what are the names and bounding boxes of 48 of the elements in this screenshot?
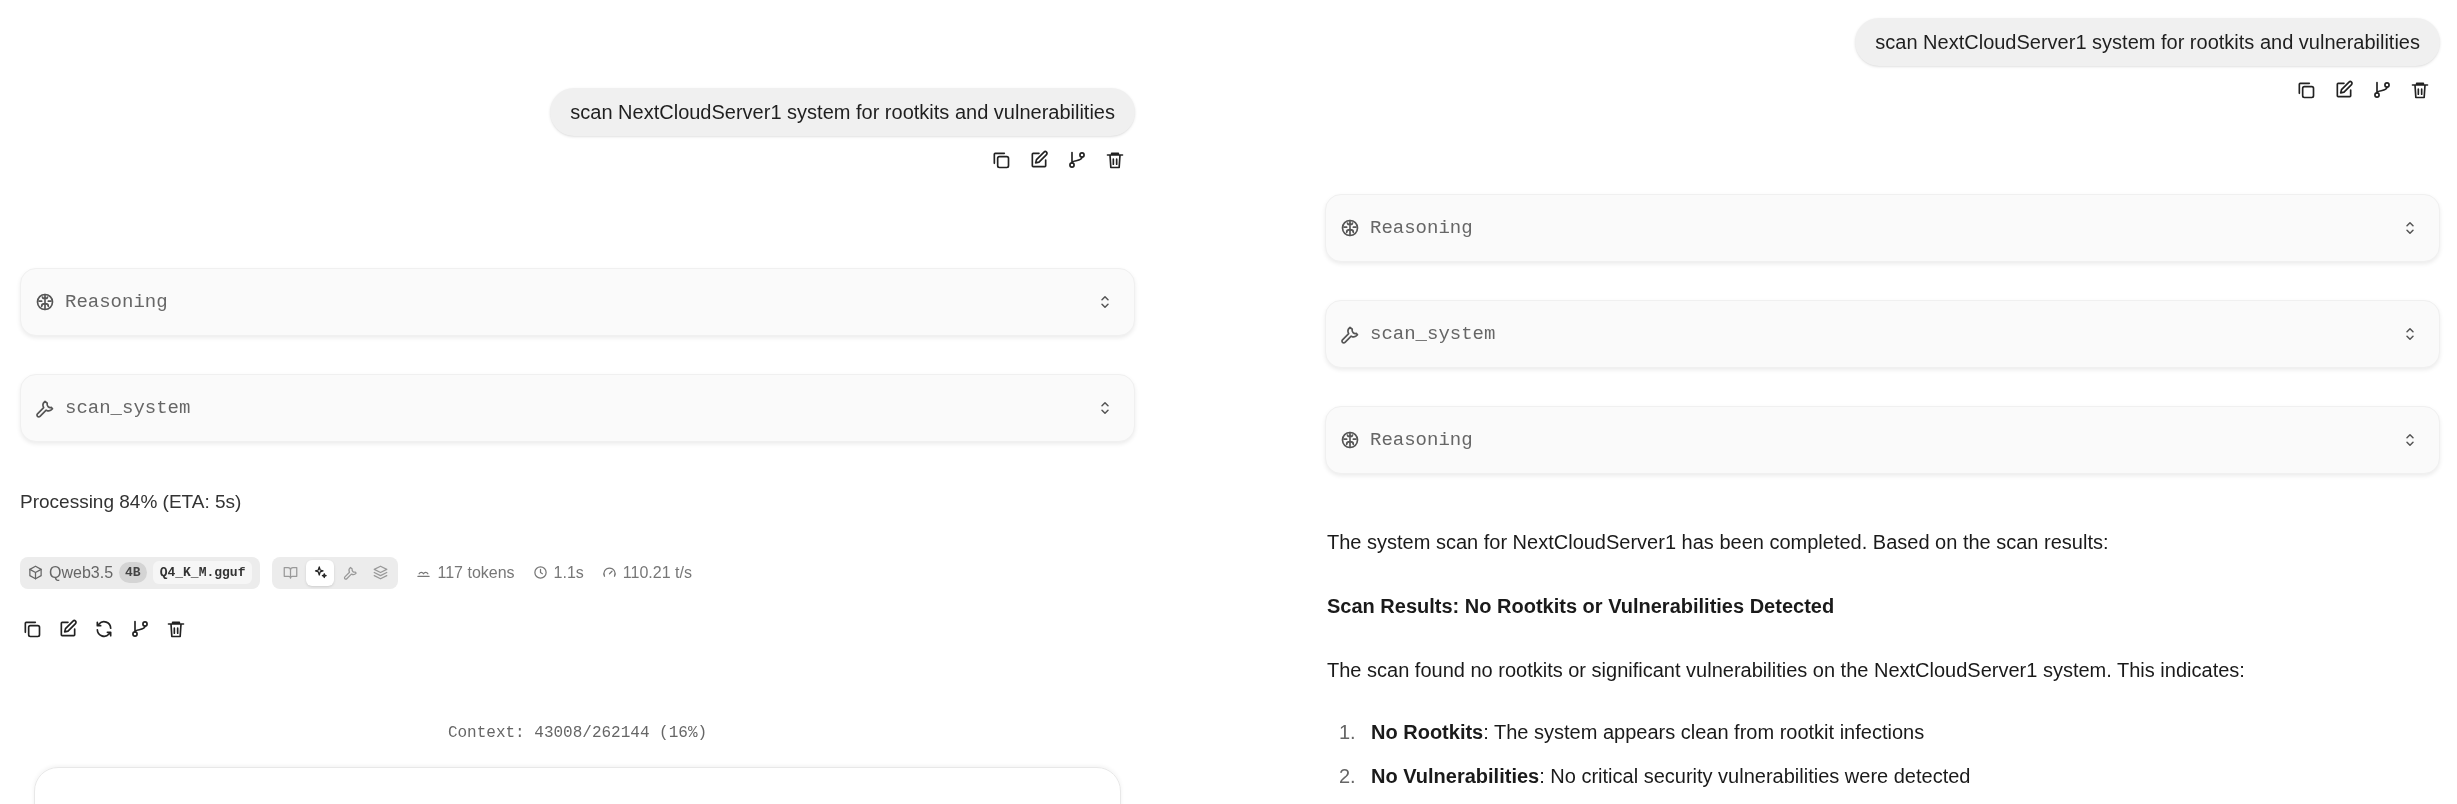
layers-icon [373,565,388,580]
reasoning-panel[interactable]: Reasoning [1325,194,2440,262]
delete-icon[interactable] [1105,150,1125,170]
generation-stat: 117 tokens [437,562,515,583]
wrench-icon [35,398,55,418]
response-heading: Scan Results: No Rootkits or Vulnerabilities Detected [1327,594,1836,619]
panel-title: scan_system [65,395,191,421]
list-number: 2. [1339,764,1357,789]
response-paragraph: The system scan for NextCloudServer1 has been completed. Based on the scan results: [1327,530,2110,555]
copy-icon[interactable] [2296,80,2316,100]
edit-icon[interactable] [1029,150,1049,170]
mode-toggle[interactable] [306,559,335,586]
branch-icon[interactable] [130,618,150,639]
delete-icon[interactable] [2410,80,2430,100]
list-number: 1. [1339,720,1357,745]
sparkles-icon [313,565,328,580]
branch-icon[interactable] [1067,150,1087,170]
model-name: Qweb3.5 [49,562,114,583]
tool-call-panel[interactable]: scan_system [1325,300,2440,368]
edit-icon[interactable] [58,618,78,639]
model-file-badge: Q4_K_M.gguf [152,560,253,585]
book-icon [283,565,298,580]
panel-title: Reasoning [1370,215,1473,241]
wrench-icon [343,565,358,580]
cube-icon [28,565,43,580]
reasoning-panel[interactable]: Reasoning [1325,406,2440,474]
tool-call-panel[interactable]: scan_system [20,374,1135,442]
edit-icon[interactable] [2334,80,2354,100]
context-usage: Context: 43008/262144 (16%) [447,722,708,744]
user-message-bubble: scan NextCloudServer1 system for rootkits and vulnerabilities [1855,18,2440,66]
reasoning-panel[interactable]: Reasoning [20,268,1135,336]
panel-title: scan_system [1370,321,1496,347]
clock-icon [532,565,548,580]
refresh-icon[interactable] [94,618,114,639]
copy-icon[interactable] [991,150,1011,170]
list-item-text: No Vulnerabilities: No critical security vulnerabilities were detected [1371,764,1971,789]
panel-title: Reasoning [65,289,168,315]
model-size-badge: 4B [119,561,147,584]
panel-title: Reasoning [1370,427,1473,453]
branch-icon[interactable] [2372,80,2392,100]
processing-status: Processing 84% (ETA: 5s) [20,490,242,514]
generation-stat: 110.21 t/s [622,562,692,583]
user-message-bubble: scan NextCloudServer1 system for rootkits and vulnerabilities [550,88,1135,136]
generation-stat: 1.1s [553,562,584,583]
list-item-text: No Rootkits: The system appears clean from rootkit infections [1371,720,1925,745]
response-paragraph: The scan found no rootkits or significant vulnerabilities on the NextCloudServer1 system. This indicates: [1327,658,2246,683]
wrench-icon [1340,324,1360,344]
gauge-icon [601,565,617,580]
